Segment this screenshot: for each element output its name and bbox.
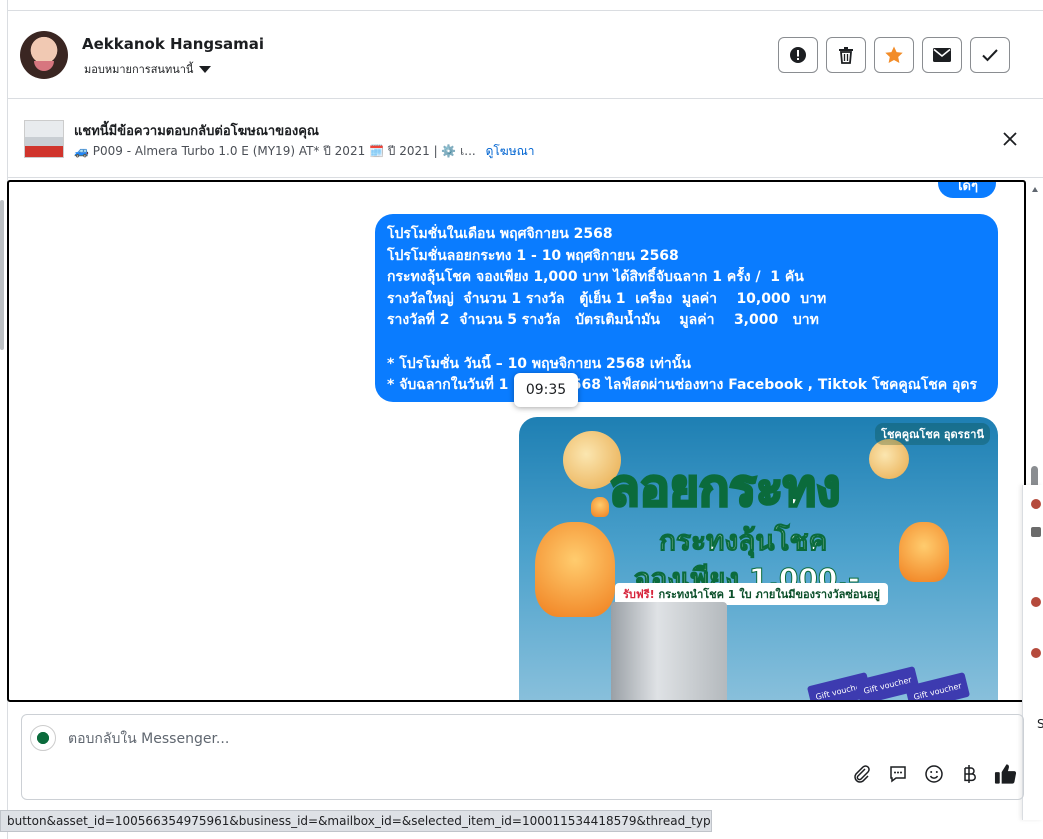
ad-description: 🚙 P009 - Almera Turbo 1.0 E (MY19) AT* ป… — [74, 144, 476, 158]
message-line: * โปรโมชั่น วันนี้ – 10 พฤษจิกายน 2568 เ… — [387, 355, 691, 372]
free-text: กระทงนำโชค 1 ใบ ภายในมีของรางวัลซ่อนอยู่ — [658, 588, 881, 601]
ad-reply-banner: แชทนี้มีข้อความตอบกลับต่อโฆษณาของคุณ 🚙 P… — [8, 100, 1043, 178]
ad-banner-title: แชทนี้มีข้อความตอบกลับต่อโฆษณาของคุณ — [74, 124, 319, 139]
message-line: โปรโมชั่นในเดือน พฤศจิกายน 2568 — [387, 226, 613, 242]
message-composer — [21, 714, 1024, 800]
avatar[interactable] — [20, 31, 68, 79]
mark-unread-button[interactable] — [922, 37, 962, 73]
assign-conversation-dropdown[interactable]: มอบหมายการสนทนานี้ — [84, 60, 212, 78]
saved-replies-button[interactable] — [886, 762, 909, 785]
moon-graphic — [869, 439, 909, 479]
conversation-header: Aekkanok Hangsamai มอบหมายการสนทนานี้ — [8, 11, 1043, 99]
page-avatar — [30, 725, 56, 751]
message-line — [387, 332, 986, 354]
contact-name[interactable]: Aekkanok Hangsamai — [82, 35, 264, 53]
promo-image-message[interactable]: โชคคูณโชค อุดรธานี ลอยกระทง กระทงลุ้นโชค… — [519, 417, 998, 700]
ad-thumbnail[interactable] — [24, 120, 64, 158]
side-panel-text: S — [1037, 717, 1043, 731]
envelope-icon — [933, 48, 951, 62]
message-line: กระทงลุ้นโชค จองเพียง 1,000 บาท ได้สิทธิ… — [387, 269, 804, 286]
view-ad-link[interactable]: ดูโฆษณา — [486, 144, 535, 158]
payment-button[interactable] — [958, 762, 981, 785]
chat-icon — [889, 765, 906, 782]
promo-title: ลอยกระทง — [607, 458, 841, 519]
message-line: * จับฉลากในวันที่ 1 2568 ไลฟ์สดผ่านช่องท… — [387, 377, 978, 394]
alert-icon — [790, 47, 806, 63]
refrigerator-graphic — [611, 602, 727, 700]
paperclip-icon — [853, 764, 870, 783]
contact-avatar[interactable] — [1031, 597, 1041, 607]
lantern-graphic — [535, 522, 615, 617]
ad-banner-subtitle: 🚙 P009 - Almera Turbo 1.0 E (MY19) AT* ป… — [74, 142, 535, 161]
previous-message-bubble[interactable]: ได้ๆ — [938, 182, 996, 198]
promotion-message-bubble[interactable]: โปรโมชั่นในเดือน พฤศจิกายน 2568 โปรโมชั่… — [375, 214, 998, 402]
star-icon — [885, 46, 903, 63]
baht-icon — [963, 764, 976, 783]
browser-status-bar: button&asset_id=100566354975961&business… — [0, 810, 712, 832]
lantern-graphic — [899, 522, 949, 582]
attach-button[interactable] — [850, 762, 873, 785]
message-line: รางวัลที่ 2 จำนวน 5 รางวัล บัตรเติมน้ำมั… — [387, 312, 819, 329]
caret-down-icon — [199, 65, 212, 73]
side-panel: S — [1022, 485, 1043, 820]
message-thread[interactable]: ได้ๆ โปรโมชั่นในเดือน พฤศจิกายน 2568 โปร… — [7, 180, 1026, 702]
emoji-button[interactable] — [922, 762, 945, 785]
close-icon[interactable] — [1001, 130, 1019, 148]
message-line: โปรโมชั่นลอยกระทง 1 - 10 พฤศจิกายน 2568 — [387, 247, 679, 264]
free-prefix: รับฟรี! — [623, 588, 655, 601]
reply-input[interactable] — [68, 727, 868, 751]
lantern-graphic — [591, 497, 609, 517]
contact-avatar[interactable] — [1031, 499, 1041, 509]
assign-label: มอบหมายการสนทนานี้ — [84, 63, 194, 76]
like-button[interactable] — [994, 762, 1017, 785]
brand-logo: โชคคูณโชค อุดรธานี — [875, 423, 990, 445]
contact-avatar[interactable] — [1031, 527, 1041, 537]
left-scrollbar[interactable] — [0, 200, 4, 350]
mark-spam-button[interactable] — [778, 37, 818, 73]
composer-toolbar — [850, 762, 1017, 785]
mark-done-button[interactable] — [970, 37, 1010, 73]
header-actions — [778, 37, 1010, 73]
check-icon — [982, 49, 998, 62]
delete-button[interactable] — [826, 37, 866, 73]
emoji-icon — [924, 764, 943, 783]
timestamp-tooltip: 09:35 — [514, 373, 578, 407]
trash-icon — [839, 47, 853, 64]
star-button[interactable] — [874, 37, 914, 73]
thumbs-up-icon — [994, 763, 1017, 784]
message-line: รางวัลใหญ่ จำนวน 1 รางวัล ตู้เย็น 1 เครื… — [387, 290, 827, 307]
contact-avatar[interactable] — [1031, 648, 1041, 658]
